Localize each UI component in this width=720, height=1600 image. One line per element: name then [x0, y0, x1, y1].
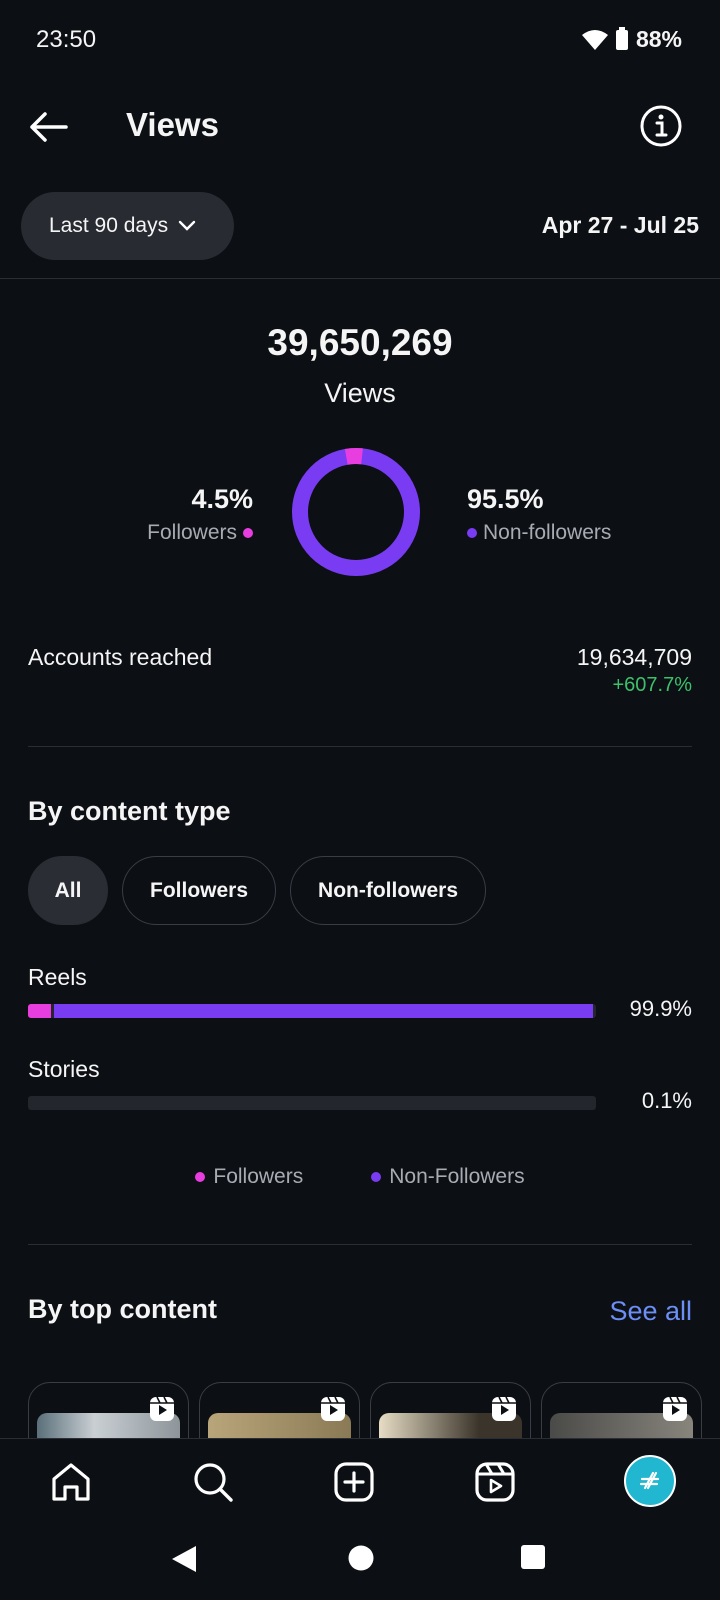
total-views: 39,650,269: [267, 322, 453, 363]
nonfollowers-dot: [371, 1172, 382, 1182]
status-icons: 88%: [581, 26, 682, 53]
profile-logo-icon: [639, 1471, 660, 1490]
status-time: 23:50: [36, 26, 97, 53]
reels-icon: [492, 1396, 516, 1421]
back-arrow-icon[interactable]: [26, 104, 72, 150]
status-bar: 23:50 88%: [0, 0, 720, 78]
legend-nonfollowers: Non-Followers: [371, 1165, 525, 1189]
followers-share: 4.5% Followers: [147, 484, 253, 545]
system-recents-icon[interactable]: [520, 1544, 546, 1570]
reels-bar: [28, 1004, 596, 1018]
nonfollowers-label: Non-followers: [483, 521, 612, 544]
donut-nonfollowers: [292, 448, 420, 576]
views-donut-chart: [292, 448, 420, 576]
create-post-icon[interactable]: [331, 1459, 377, 1505]
wifi-icon: [581, 29, 608, 50]
nonfollowers-dot: [467, 528, 477, 538]
page-title: Views: [126, 106, 219, 143]
followers-dot: [243, 528, 253, 538]
range-label: Last 90 days: [49, 214, 169, 237]
date-range: Apr 27 - Jul 25: [541, 212, 699, 238]
stories-label: Stories: [28, 1056, 100, 1082]
reels-label: Reels: [28, 964, 87, 990]
nonfollowers-share: 95.5% Non-followers: [467, 484, 611, 545]
followers-pct: 4.5%: [191, 484, 253, 514]
content-type-title: By content type: [28, 796, 231, 826]
chip-followers[interactable]: Followers: [122, 856, 277, 925]
stories-pct: 0.1%: [641, 1088, 692, 1113]
divider: [28, 1244, 692, 1245]
search-icon[interactable]: [190, 1459, 236, 1505]
profile-avatar[interactable]: [624, 1455, 676, 1507]
followers-label: Followers: [147, 521, 237, 544]
info-icon[interactable]: [638, 103, 684, 149]
chevron-down-icon: [178, 220, 196, 231]
accounts-reached-label: Accounts reached: [28, 644, 213, 670]
divider: [28, 746, 692, 747]
bottom-nav: [0, 1438, 720, 1518]
top-content-list: [28, 1382, 720, 1462]
legend-nonfollowers-label: Non-Followers: [389, 1165, 525, 1188]
system-nav-bar: [0, 1518, 720, 1600]
top-content-title: By top content: [28, 1294, 217, 1324]
total-views-label: Views: [324, 378, 396, 408]
home-icon[interactable]: [48, 1459, 94, 1505]
system-home-icon[interactable]: [347, 1544, 375, 1572]
accounts-reached-value: 19,634,709: [576, 644, 692, 670]
reels-icon: [321, 1396, 345, 1421]
reels-pct: 99.9%: [629, 996, 692, 1021]
accounts-reached-change: +607.7%: [612, 674, 692, 696]
chip-nonfollowers[interactable]: Non-followers: [290, 856, 487, 925]
legend-followers: Followers: [195, 1165, 303, 1189]
reels-bar-nonfollowers: [54, 1004, 593, 1018]
reels-icon: [150, 1396, 174, 1421]
battery-icon: [615, 26, 628, 50]
range-dropdown[interactable]: Last 90 days: [21, 192, 234, 260]
nonfollowers-pct: 95.5%: [467, 484, 544, 514]
date-filter-row: Last 90 days Apr 27 - Jul 25: [0, 192, 720, 264]
chart-legend: Followers Non-Followers: [0, 1165, 720, 1189]
content-type-chips: All Followers Non-followers: [28, 856, 487, 925]
see-all-link[interactable]: See all: [609, 1296, 692, 1327]
header: Views: [0, 90, 720, 164]
donut-followers: [292, 448, 420, 576]
reels-icon: [663, 1396, 687, 1421]
reels-bar-followers: [28, 1004, 51, 1018]
chip-all[interactable]: All: [28, 856, 108, 925]
legend-followers-label: Followers: [213, 1165, 304, 1188]
battery-level: 88%: [635, 26, 682, 52]
system-back-icon[interactable]: [170, 1544, 198, 1574]
divider: [0, 278, 720, 279]
followers-dot: [195, 1172, 206, 1182]
stories-bar: [28, 1096, 596, 1110]
reels-icon[interactable]: [472, 1459, 518, 1505]
